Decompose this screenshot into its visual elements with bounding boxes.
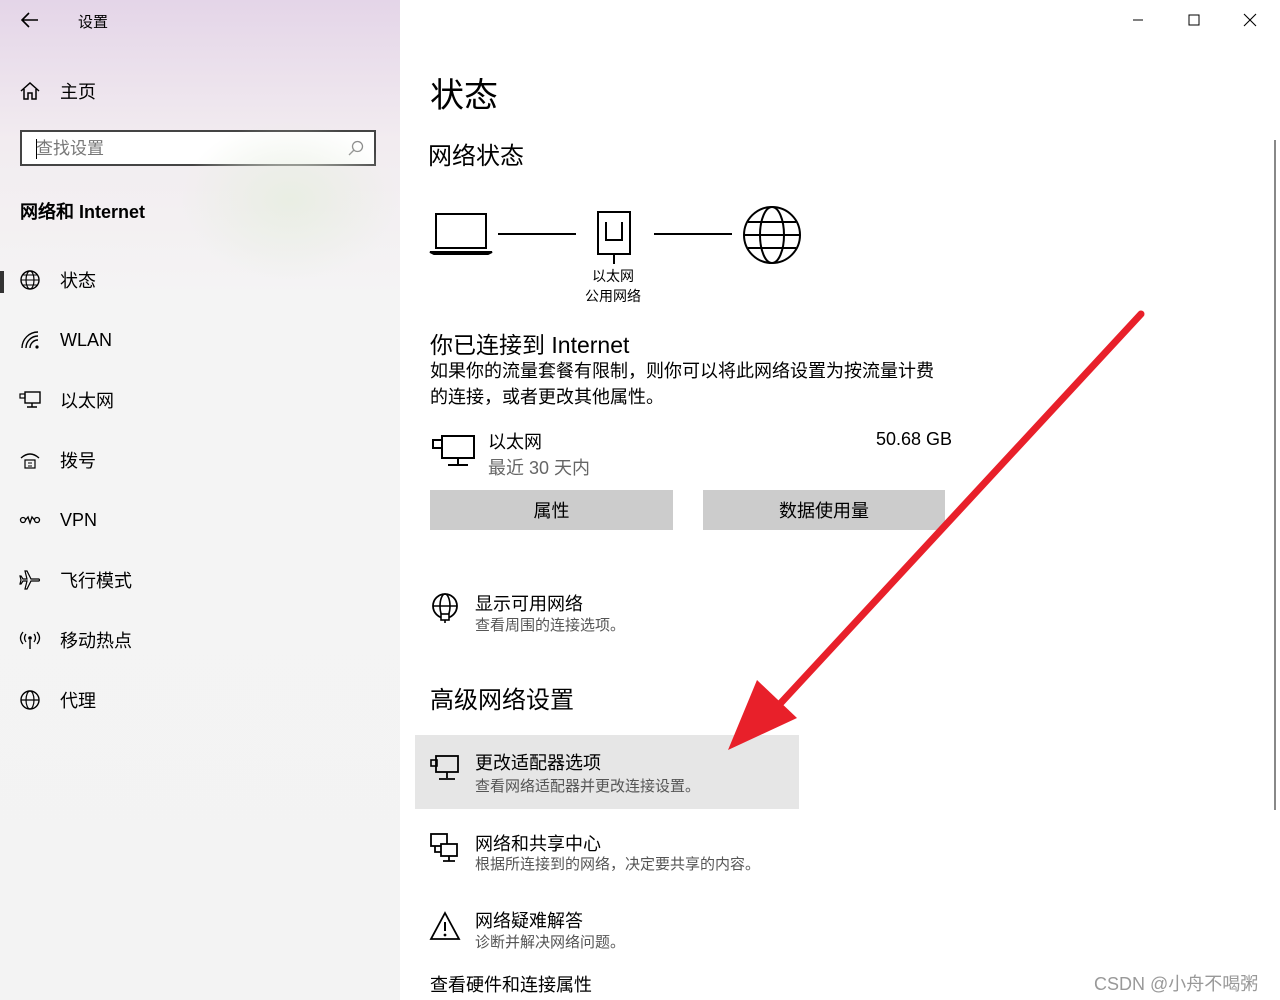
sidebar-item-vpn[interactable]: VPN: [0, 495, 400, 545]
link-description: 诊断并解决网络问题。: [475, 934, 626, 951]
wifi-icon: [18, 328, 42, 352]
search-icon[interactable]: [348, 140, 364, 156]
adapter-period: 最近 30 天内: [488, 458, 591, 478]
sidebar-item-label: VPN: [60, 509, 98, 530]
globe-network-icon: [432, 593, 458, 623]
globe-internet-icon: [743, 206, 801, 264]
sidebar-item-label: 以太网: [60, 391, 114, 411]
maximize-button[interactable]: [1166, 0, 1222, 40]
connected-description: 如果你的流量套餐有限制，则你可以将此网络设置为按流量计费的连接，或者更改其他属性…: [430, 361, 934, 407]
watermark: CSDN @小舟不喝粥: [1094, 974, 1259, 994]
view-hardware-properties-link[interactable]: 查看硬件和连接属性: [430, 971, 592, 997]
vpn-icon: [18, 508, 42, 532]
globe-icon: [18, 688, 42, 712]
ethernet-adapter-icon: [432, 435, 475, 466]
sidebar-item-label: 飞行模式: [60, 571, 132, 591]
data-usage-button[interactable]: 数据使用量: [703, 490, 945, 530]
home-icon: [18, 79, 42, 103]
link-description: 查看网络适配器并更改连接设置。: [475, 778, 701, 795]
sidebar-item-airplane-mode[interactable]: 飞行模式: [0, 555, 400, 605]
network-troubleshooter-link[interactable]: 网络疑难解答 诊断并解决网络问题。: [415, 892, 799, 966]
network-name-label: 以太网: [592, 268, 634, 284]
search-input[interactable]: [34, 137, 338, 161]
network-diagram: [429, 206, 801, 264]
adapter-name: 以太网: [488, 432, 542, 452]
sidebar-item-label: WLAN: [60, 329, 113, 350]
sidebar-item-status[interactable]: 状态: [0, 255, 400, 305]
ethernet-icon: [18, 388, 42, 412]
sidebar: 设置 主页 网络和 Internet 状态 WLAN 以太网 拨号: [0, 0, 400, 1000]
sidebar-item-ethernet[interactable]: 以太网: [0, 375, 400, 425]
warning-icon: [429, 911, 461, 940]
sidebar-item-label: 代理: [60, 691, 96, 711]
properties-button[interactable]: 属性: [430, 490, 673, 530]
section-title: 网络和 Internet: [20, 202, 146, 222]
maximize-icon: [1188, 14, 1200, 26]
network-sharing-center-link[interactable]: 网络和共享中心 根据所连接到的网络，决定要共享的内容。: [415, 814, 799, 888]
minimize-icon: [1133, 19, 1143, 21]
link-title: 显示可用网络: [475, 594, 583, 614]
link-description: 查看周围的连接选项。: [475, 617, 626, 634]
scrollbar[interactable]: [1274, 140, 1276, 810]
sidebar-item-proxy[interactable]: 代理: [0, 675, 400, 725]
advanced-settings-heading: 高级网络设置: [430, 687, 574, 714]
close-icon: [1243, 13, 1257, 27]
show-available-networks-link[interactable]: 显示可用网络 查看周围的连接选项。: [415, 584, 799, 658]
sidebar-item-label: 移动热点: [60, 631, 132, 651]
airplane-icon: [18, 568, 42, 592]
sidebar-item-home[interactable]: 主页: [0, 66, 400, 116]
laptop-icon: [429, 213, 493, 255]
sidebar-item-dialup[interactable]: 拨号: [0, 435, 400, 485]
monitor-network-icon: [430, 755, 459, 780]
change-adapter-options-link[interactable]: 更改适配器选项 查看网络适配器并更改连接设置。: [415, 735, 799, 809]
dialup-icon: [18, 448, 42, 472]
back-button[interactable]: [14, 6, 46, 34]
network-type-label: 公用网络: [585, 288, 641, 304]
page-title: 状态: [430, 77, 498, 115]
adapter-usage: 50.68 GB: [876, 429, 953, 449]
sharing-center-icon: [430, 833, 458, 862]
search-box[interactable]: [20, 130, 376, 166]
back-arrow-icon: [21, 12, 38, 28]
sidebar-item-mobile-hotspot[interactable]: 移动热点: [0, 615, 400, 665]
window-title: 设置: [78, 14, 109, 31]
network-status-heading: 网络状态: [428, 143, 524, 170]
sidebar-item-label: 状态: [60, 271, 96, 291]
hotspot-icon: [18, 628, 42, 652]
minimize-button[interactable]: [1110, 0, 1166, 40]
link-description: 根据所连接到的网络，决定要共享的内容。: [475, 856, 761, 873]
link-title: 网络疑难解答: [475, 911, 583, 931]
globe-status-icon: [18, 268, 42, 292]
link-title: 更改适配器选项: [475, 753, 601, 773]
sidebar-item-wlan[interactable]: WLAN: [0, 315, 400, 365]
close-button[interactable]: [1222, 0, 1278, 40]
sidebar-item-label: 拨号: [60, 451, 96, 471]
ethernet-port-icon: [597, 211, 631, 264]
sidebar-item-label: 主页: [60, 82, 96, 102]
connected-title: 你已连接到 Internet: [430, 332, 630, 358]
